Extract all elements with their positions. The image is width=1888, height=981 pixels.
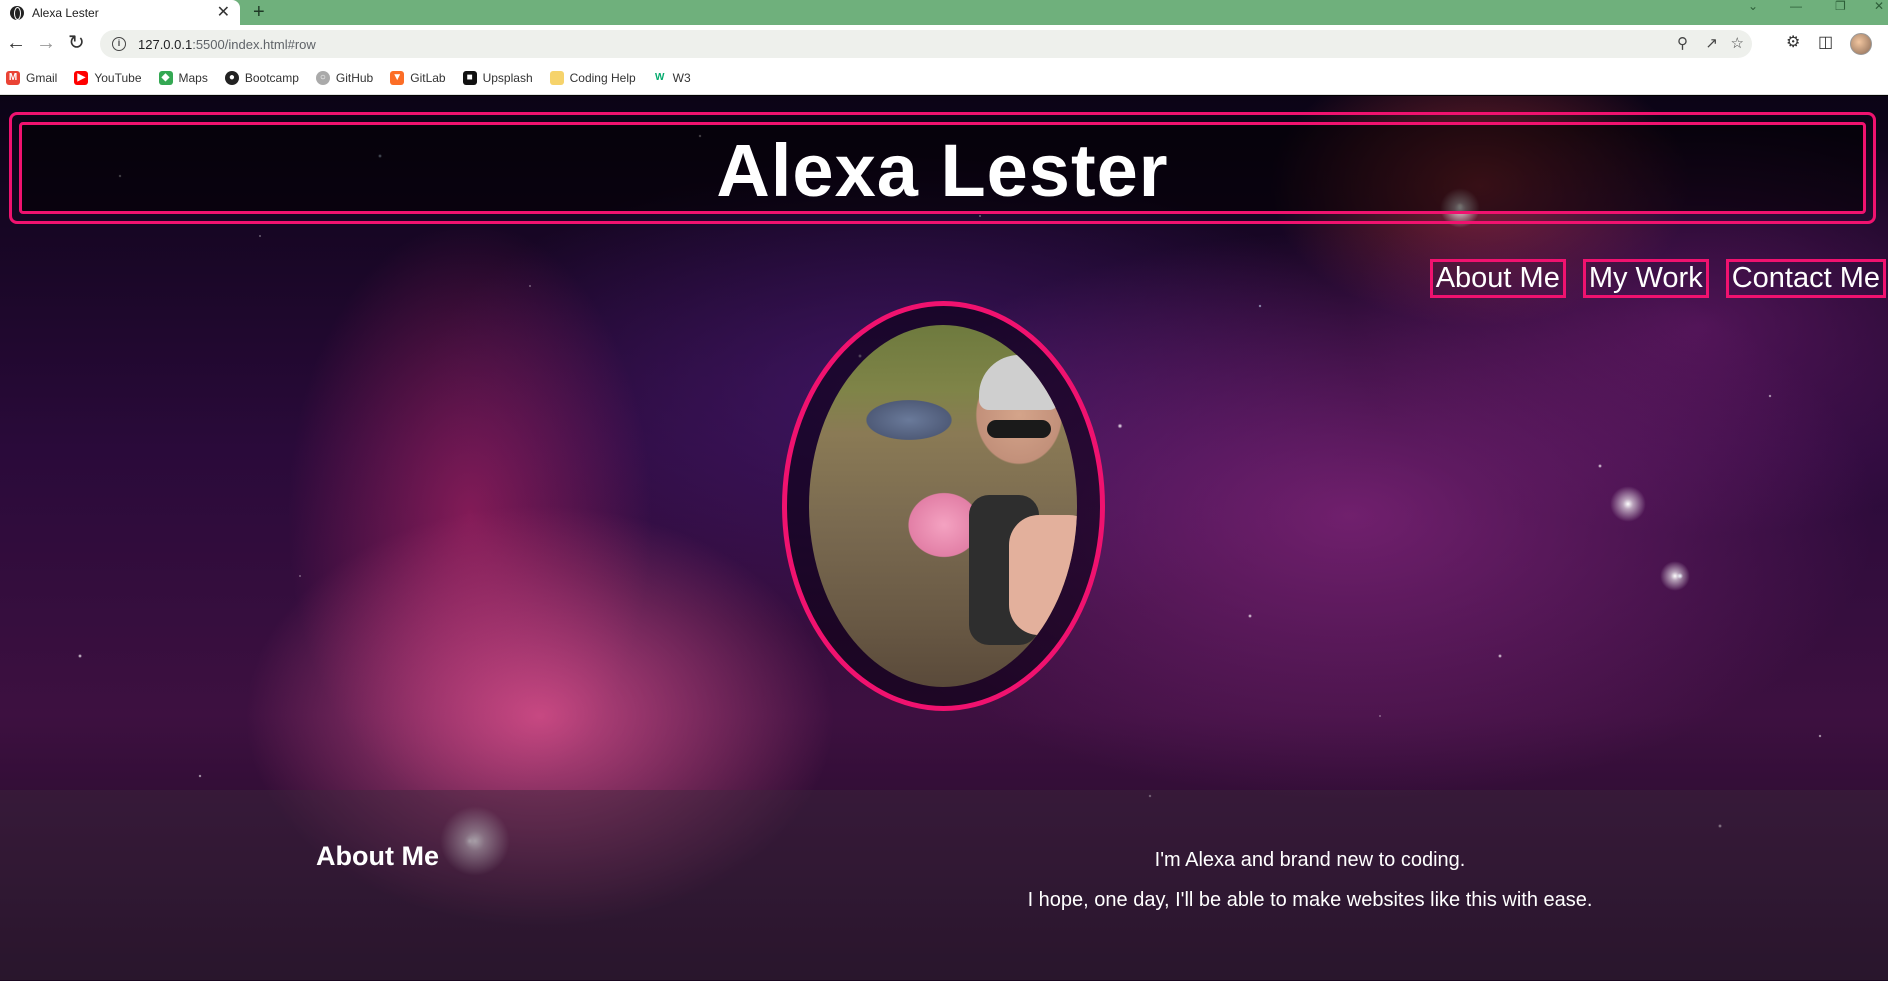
bookmark-gmail[interactable]: M Gmail <box>6 71 57 85</box>
photo-sunglasses <box>987 420 1051 438</box>
bookmark-bootcamp[interactable]: ● Bootcamp <box>224 71 299 85</box>
photo-shirt <box>1009 515 1077 635</box>
bright-star <box>1610 486 1646 522</box>
header-inner-frame: Alexa Lester <box>19 122 1866 214</box>
side-panel-icon[interactable]: ◫ <box>1818 32 1833 54</box>
globe-icon <box>10 5 24 20</box>
url-path: :5500/index.html#row <box>192 36 316 52</box>
bookmark-gitlab[interactable]: ▼ GitLab <box>390 71 446 85</box>
gitlab-icon: ▼ <box>390 71 405 85</box>
profile-photo <box>809 325 1077 687</box>
profile-photo-frame <box>782 301 1105 711</box>
site-header: Alexa Lester <box>9 112 1876 224</box>
about-line-1: I'm Alexa and brand new to coding. <box>1154 849 1466 871</box>
bookmark-label: Upsplash <box>482 71 533 85</box>
bookmark-label: YouTube <box>94 71 142 85</box>
w3-icon: W <box>654 72 665 83</box>
about-body: I'm Alexa and brand new to coding. I hop… <box>940 840 1680 920</box>
tab-close-icon[interactable]: ✕ <box>217 4 230 21</box>
bootcamp-icon: ● <box>224 71 239 85</box>
site-nav: About Me My Work Contact Me <box>1429 259 1886 298</box>
tab-strip: Alexa Lester ✕ + ⌄ — ❐ ✕ <box>0 0 1888 25</box>
about-line-2: I hope, one day, I'll be able to make we… <box>1027 889 1593 911</box>
unsplash-icon: ■ <box>462 71 477 85</box>
page-title: Alexa Lester <box>716 128 1169 212</box>
bookmark-upsplash[interactable]: ■ Upsplash <box>462 71 533 85</box>
bookmark-w3[interactable]: W W3 <box>653 71 691 85</box>
github-icon: ○ <box>315 71 330 85</box>
reload-icon[interactable]: ↻ <box>68 33 85 53</box>
bookmark-youtube[interactable]: ▶ YouTube <box>74 71 142 85</box>
bookmark-label: Maps <box>178 71 208 85</box>
tab-search-icon[interactable]: ⌄ <box>1748 0 1758 14</box>
nav-contact-me[interactable]: Contact Me <box>1725 259 1886 298</box>
restore-button[interactable]: ❐ <box>1835 0 1846 14</box>
address-bar[interactable]: i 127.0.0.1:5500/index.html#row ⚲ ↗ ☆ <box>100 30 1752 58</box>
site-info-icon[interactable]: i <box>112 37 126 51</box>
about-heading: About Me <box>316 841 439 871</box>
forward-arrow-icon[interactable]: → <box>36 33 56 53</box>
gmail-icon: M <box>6 71 20 85</box>
tab-title: Alexa Lester <box>32 5 99 20</box>
new-tab-button[interactable]: + <box>253 1 265 23</box>
bookmark-label: Bootcamp <box>244 71 299 85</box>
photo-hat <box>979 355 1059 410</box>
back-arrow-icon[interactable]: ← <box>6 33 26 53</box>
bookmark-star-icon[interactable]: ☆ <box>1731 30 1744 58</box>
nav-about-me[interactable]: About Me <box>1429 259 1566 298</box>
bookmark-label: Gmail <box>26 71 58 85</box>
nav-my-work[interactable]: My Work <box>1582 259 1709 298</box>
url-host: 127.0.0.1 <box>138 36 193 52</box>
bookmark-maps[interactable]: ◆ Maps <box>158 71 208 85</box>
bookmark-label: Coding Help <box>569 71 636 85</box>
minimize-button[interactable]: — <box>1790 0 1802 14</box>
browser-toolbar: ← → ↻ i 127.0.0.1:5500/index.html#row ⚲ … <box>0 25 1888 62</box>
bookmark-label: GitHub <box>335 71 374 85</box>
extensions-icon[interactable]: ⚙ <box>1786 32 1800 54</box>
share-icon[interactable]: ↗ <box>1705 30 1718 58</box>
profile-avatar[interactable] <box>1850 33 1872 55</box>
folder-icon <box>549 71 564 85</box>
close-window-button[interactable]: ✕ <box>1874 0 1884 14</box>
browser-tab[interactable]: Alexa Lester ✕ <box>0 0 240 25</box>
youtube-icon: ▶ <box>74 71 89 85</box>
bookmark-label: W3 <box>672 71 691 85</box>
bookmarks-bar: M Gmail ▶ YouTube ◆ Maps ● Bootcamp ○ GitHub … <box>0 62 1888 95</box>
bookmark-github[interactable]: ○ GitHub <box>315 71 374 85</box>
bookmark-coding-help[interactable]: Coding Help <box>549 71 636 85</box>
bright-star <box>1660 561 1690 591</box>
maps-icon: ◆ <box>158 71 173 85</box>
zoom-icon[interactable]: ⚲ <box>1677 30 1688 58</box>
page-viewport: Alexa Lester About Me My Work Contact Me… <box>0 96 1888 981</box>
bookmark-label: GitLab <box>410 71 446 85</box>
